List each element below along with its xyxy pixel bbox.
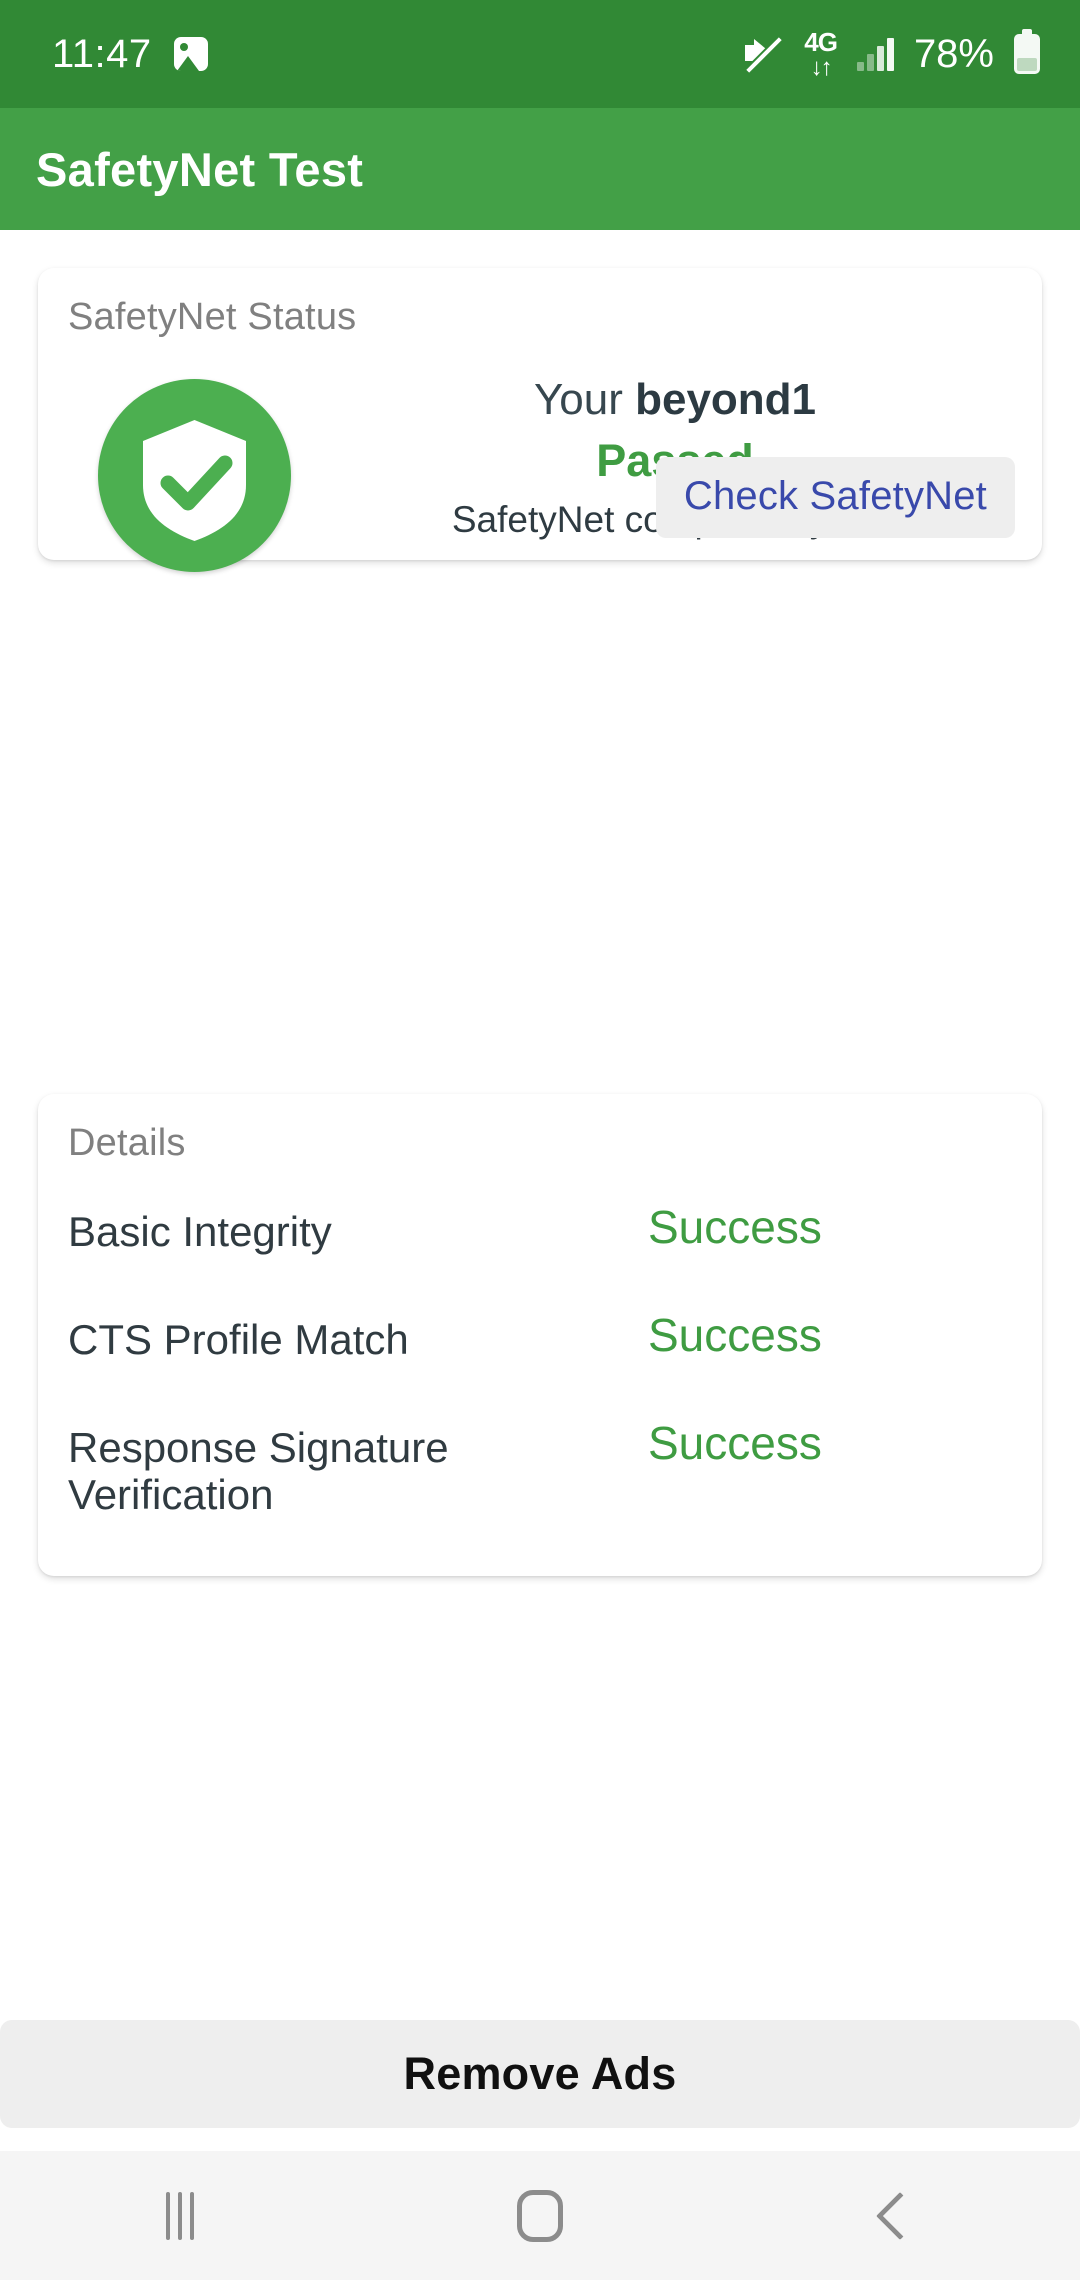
phone-screen: 11:47 4G ↓↑ 78% SafetyNet Test SafetyNet… [0, 0, 1080, 2280]
status-card-label: SafetyNet Status [68, 296, 357, 338]
details-card-label: Details [68, 1122, 186, 1164]
network-type-label: 4G [804, 26, 838, 57]
status-bar-right: 4G ↓↑ 78% [742, 29, 1040, 80]
home-button[interactable] [360, 2189, 720, 2242]
battery-percent-label: 78% [913, 31, 994, 76]
status-bar: 11:47 4G ↓↑ 78% [0, 0, 1080, 108]
detail-value: Success [648, 1201, 822, 1253]
content-area: SafetyNet Status Your beyond1 Passed Saf… [0, 230, 1080, 2280]
status-bar-clock: 11:47 [52, 31, 152, 76]
detail-row: CTS Profile Match Success [38, 1312, 1042, 1384]
device-prefix: Your [533, 375, 636, 424]
detail-label: CTS Profile Match [68, 1316, 409, 1363]
remove-ads-label: Remove Ads [403, 2048, 677, 2099]
signal-bars-icon [856, 37, 894, 71]
back-button[interactable] [720, 2191, 1080, 2240]
detail-row: Response Signature Verification Success [38, 1420, 1042, 1518]
battery-icon [1014, 29, 1040, 74]
system-navigation-bar [0, 2151, 1080, 2280]
back-icon [875, 2191, 925, 2240]
status-bar-left: 11:47 [52, 32, 208, 77]
recents-button[interactable] [0, 2191, 360, 2240]
4g-data-icon: 4G ↓↑ [804, 26, 838, 81]
detail-value: Success [648, 1417, 822, 1469]
home-icon [517, 2189, 563, 2242]
data-arrows-icon: ↓↑ [810, 53, 833, 81]
device-name: beyond1 [635, 375, 817, 424]
details-list: Basic Integrity Success CTS Profile Matc… [38, 1204, 1042, 1518]
photo-icon [173, 37, 208, 71]
page-title: SafetyNet Test [36, 142, 364, 196]
details-card: Details Basic Integrity Success CTS Prof… [38, 1094, 1042, 1576]
check-safetynet-button[interactable]: Check SafetyNet [655, 457, 1015, 538]
mute-icon [742, 34, 784, 74]
detail-value: Success [648, 1309, 822, 1361]
shield-check-icon [98, 379, 291, 572]
recents-icon [166, 2191, 194, 2240]
detail-label: Response Signature Verification [68, 1424, 449, 1519]
safetynet-status-card: SafetyNet Status Your beyond1 Passed Saf… [38, 268, 1042, 572]
detail-label: Basic Integrity [68, 1208, 332, 1255]
app-bar: SafetyNet Test [0, 108, 1080, 230]
detail-row: Basic Integrity Success [38, 1204, 1042, 1276]
remove-ads-button[interactable]: Remove Ads [0, 2020, 1080, 2128]
device-line: Your beyond1 [328, 372, 1022, 428]
